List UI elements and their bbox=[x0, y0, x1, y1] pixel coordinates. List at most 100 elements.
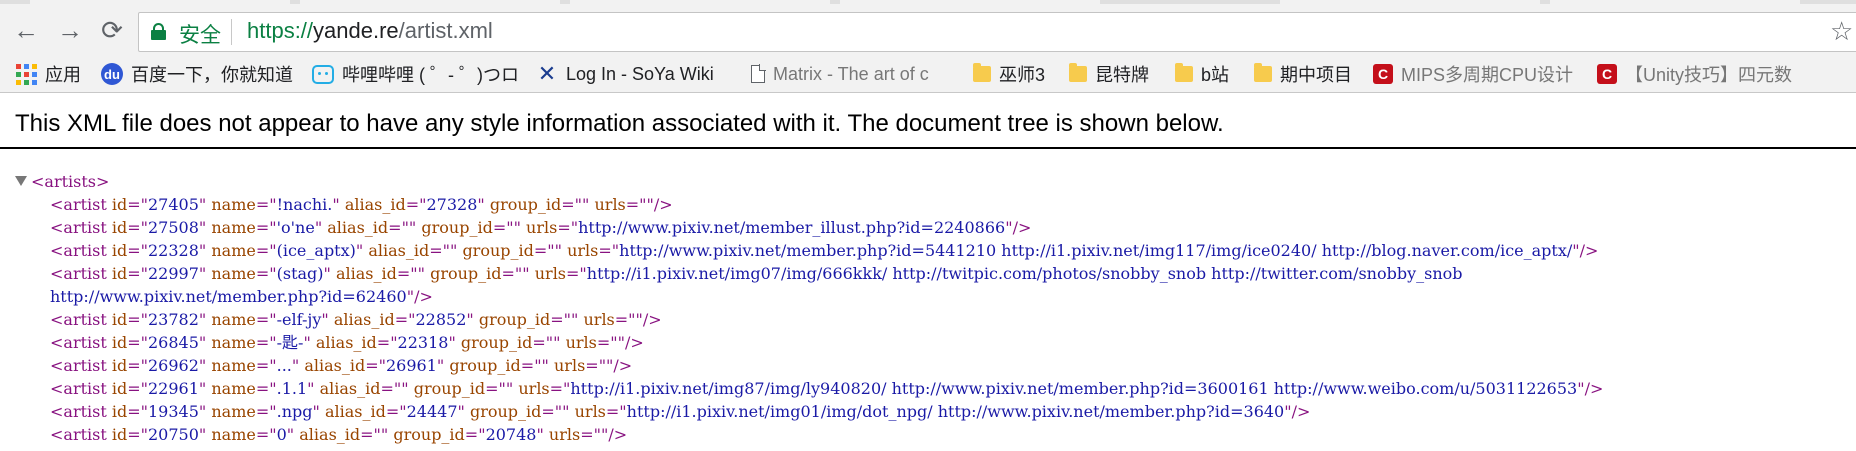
xml-attr-quote: " bbox=[401, 379, 409, 398]
xml-attr-value-urls: http://i1.pixiv.net/img01/img/dot_npg/ h… bbox=[626, 402, 1285, 421]
xml-root-open[interactable]: <artists> bbox=[15, 170, 109, 193]
xml-attr-eq: =" bbox=[532, 333, 554, 352]
xml-attr-name: id bbox=[111, 333, 128, 352]
security-label[interactable]: 安全 bbox=[179, 19, 221, 49]
xml-attr-quote: " bbox=[582, 195, 590, 214]
xml-attr-eq: =" bbox=[520, 356, 542, 375]
xml-attr-eq: =" bbox=[127, 218, 148, 237]
xml-attr-quote: " bbox=[505, 379, 514, 398]
xml-attr-value-alias-id: 22318 bbox=[397, 333, 449, 352]
xml-attr-quote: " bbox=[477, 195, 485, 214]
xml-tag-open: <artist bbox=[50, 379, 107, 398]
xml-attr-eq: =" bbox=[561, 195, 583, 214]
xml-attr-quote: " bbox=[417, 264, 425, 283]
xml-attr-value-alias-id: 26961 bbox=[385, 356, 437, 375]
xml-attr-name: alias_id bbox=[344, 195, 406, 214]
back-button[interactable]: ← bbox=[6, 4, 46, 56]
bookmark-label: 【Unity技巧】四元数 bbox=[1625, 65, 1793, 85]
bilibili-icon bbox=[312, 64, 334, 84]
bookmark-unity-quaternion[interactable]: C 【Unity技巧】四元数 bbox=[1597, 56, 1807, 92]
lock-icon[interactable] bbox=[151, 23, 166, 40]
xml-tag-close: /> bbox=[1012, 218, 1032, 237]
bookmark-mips-cpu[interactable]: C MIPS多周期CPU设计 bbox=[1373, 56, 1573, 92]
url-text[interactable]: https://yande.re/artist.xml bbox=[247, 18, 493, 44]
bookmark-folder-bilibili[interactable]: b站 bbox=[1175, 56, 1255, 92]
xml-attr-name: name bbox=[211, 218, 256, 237]
bookmark-soya-wiki[interactable]: ✕ Log In - SoYa Wiki bbox=[536, 56, 736, 92]
page-icon bbox=[751, 64, 766, 83]
xml-tag-close: /> bbox=[1584, 379, 1604, 398]
xml-attr-quote: " bbox=[198, 379, 207, 398]
xml-attr-name: id bbox=[111, 195, 128, 214]
reload-button[interactable]: ⟳ bbox=[92, 4, 132, 56]
xml-tag-open: <artist bbox=[50, 402, 107, 421]
xml-attr-value-id: 22997 bbox=[148, 264, 199, 283]
xml-attr-quote: " bbox=[321, 310, 329, 329]
xml-attr-quote: " bbox=[1005, 218, 1013, 237]
reload-icon: ⟳ bbox=[101, 14, 123, 45]
xml-attr-name: group_id bbox=[460, 333, 533, 352]
apps-icon bbox=[16, 63, 37, 85]
xml-attr-eq: =" bbox=[255, 356, 277, 375]
bookmark-star-icon[interactable]: ☆ bbox=[1830, 16, 1853, 47]
xml-attr-eq: =" bbox=[380, 379, 402, 398]
xml-attr-quote: " bbox=[522, 264, 530, 283]
xml-attr-name: urls bbox=[554, 356, 586, 375]
xml-attr-eq: =" bbox=[464, 425, 486, 444]
xml-attr-name: alias_id bbox=[315, 333, 377, 352]
xml-attr-quote: " bbox=[198, 218, 207, 237]
bookmark-folder-midterm[interactable]: 期中项目 bbox=[1254, 56, 1369, 92]
xml-attr-value-urls: http://i1.pixiv.net/img07/img/666kkk/ ht… bbox=[586, 264, 1463, 283]
xml-tag-open: <artist bbox=[50, 264, 107, 283]
xml-attr-name: urls bbox=[565, 333, 597, 352]
xml-attr-eq: =" bbox=[127, 402, 148, 421]
xml-attr-quote: " bbox=[314, 218, 323, 237]
bookmark-folder-gwent[interactable]: 昆特牌 bbox=[1069, 56, 1169, 92]
xml-attr-quote: " bbox=[198, 333, 207, 352]
xml-attr-eq: =" bbox=[127, 379, 148, 398]
csdn-icon: C bbox=[1597, 64, 1617, 84]
xml-attr-value-id: 26962 bbox=[148, 356, 199, 375]
xml-attr-value-id: 27405 bbox=[148, 195, 199, 214]
xml-tag-open: <artist bbox=[50, 333, 107, 352]
xml-artist-element: <artist id="19345" name=".npg" alias_id=… bbox=[50, 400, 1310, 423]
bookmark-bilibili[interactable]: 哔哩哔哩 ( ゜- ゜)つロ bbox=[312, 56, 522, 92]
xml-attr-name: name bbox=[211, 310, 256, 329]
bookmark-label: Matrix - The art of c bbox=[773, 63, 929, 84]
url-host: yande.re bbox=[313, 18, 399, 43]
xml-attr-eq: =" bbox=[127, 264, 148, 283]
forward-button[interactable]: → bbox=[50, 4, 90, 56]
bookmark-label: 哔哩哔哩 ( ゜- ゜)つロ bbox=[342, 65, 519, 85]
xml-attr-name: name bbox=[211, 241, 256, 260]
xml-artist-element: <artist id="22961" name=".1.1" alias_id=… bbox=[50, 377, 1603, 400]
xml-attr-value-name: 0 bbox=[276, 425, 287, 444]
bookmark-folder-witcher3[interactable]: 巫师3 bbox=[973, 56, 1063, 92]
xml-attr-quote: " bbox=[513, 218, 521, 237]
xml-attr-value-id: 27508 bbox=[148, 218, 199, 237]
xml-attr-eq: =" bbox=[255, 402, 277, 421]
xml-attr-value-alias-id: 22852 bbox=[415, 310, 467, 329]
xml-attr-quote: " bbox=[198, 402, 207, 421]
bookmark-matrix[interactable]: Matrix - The art of c bbox=[751, 56, 983, 92]
xml-attr-value-urls: http://www.pixiv.net/member.php?id=54412… bbox=[619, 241, 1573, 260]
xml-tag-close: /> bbox=[414, 287, 433, 306]
bookmark-baidu[interactable]: du 百度一下，你就知道 bbox=[101, 56, 299, 92]
xml-attr-quote: " bbox=[198, 264, 207, 283]
xml-attr-eq: =" bbox=[360, 425, 381, 444]
address-bar[interactable]: 安全 https://yande.re/artist.xml bbox=[138, 12, 1856, 52]
xml-artist-element: <artist id="26845" name="-匙-" alias_id="… bbox=[50, 331, 644, 354]
xml-attr-name: id bbox=[111, 264, 128, 283]
xml-attr-quote: " bbox=[1284, 402, 1292, 421]
xml-attr-eq: =" bbox=[255, 310, 277, 329]
xml-tag-close: /> bbox=[608, 425, 628, 444]
xml-attr-name: name bbox=[211, 264, 256, 283]
xml-tag-open: <artist bbox=[50, 310, 107, 329]
xml-artist-element: <artist id="22328" name="(ice_aptx)" ali… bbox=[50, 239, 1598, 262]
xml-attr-value-urls-cont: http://www.pixiv.net/member.php?id=62460 bbox=[50, 287, 407, 306]
xml-attr-eq: =" bbox=[127, 195, 148, 214]
bookmark-apps[interactable]: 应用 bbox=[16, 56, 86, 92]
xml-attr-eq: =" bbox=[485, 379, 506, 398]
collapse-triangle-icon[interactable] bbox=[15, 176, 27, 186]
xml-attr-name: name bbox=[211, 333, 256, 352]
xml-tag-open: <artist bbox=[50, 356, 107, 375]
